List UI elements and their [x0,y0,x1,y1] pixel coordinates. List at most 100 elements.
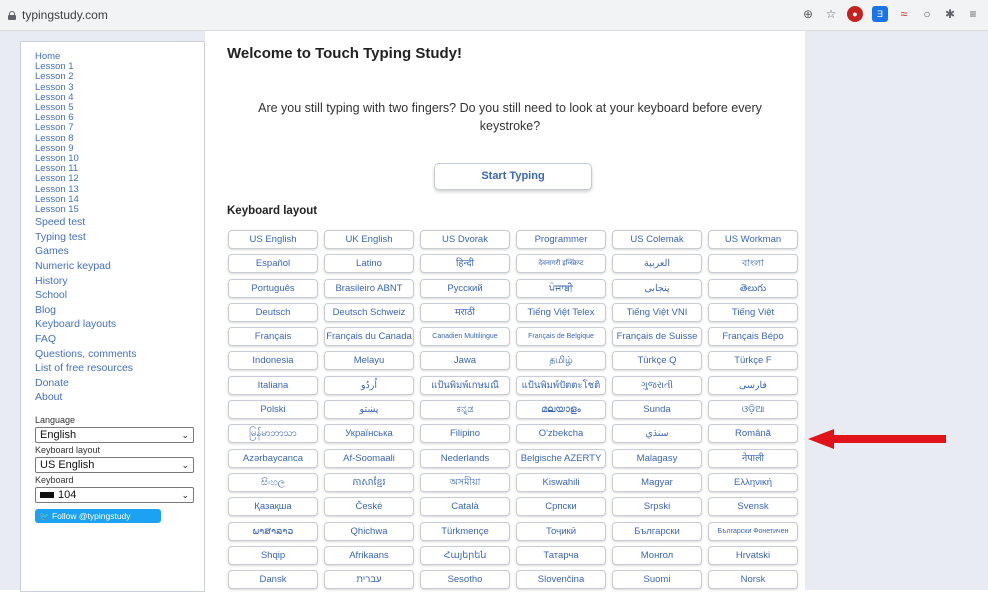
layout-button[interactable]: Українська [324,424,414,444]
layout-button[interactable]: ગુજરાતી [612,375,702,395]
layout-button[interactable]: O'zbekcha [516,424,606,444]
layout-button[interactable]: US English [228,230,318,249]
sidebar-link[interactable]: Speed test [35,215,204,230]
layout-button[interactable]: Shqip [228,545,318,565]
layout-button[interactable]: العربية [612,254,702,274]
layout-button[interactable]: Српски [516,497,606,517]
sidebar-link[interactable]: Games [35,244,204,259]
layout-button[interactable]: Slovenčina [516,570,606,590]
layout-button[interactable]: Af-Soomaali [324,448,414,468]
sidebar-link[interactable]: Typing test [35,230,204,245]
layout-button[interactable]: پنجابی [612,278,702,298]
layout-button[interactable]: České [324,497,414,517]
sidebar-link[interactable]: FAQ [35,332,204,347]
layout-button[interactable]: Català [420,497,510,517]
layout-button[interactable]: Brasileiro ABNT [324,278,414,298]
layout-button[interactable]: Татарча [516,545,606,565]
layout-button[interactable]: US Workman [708,230,798,249]
layout-button[interactable]: Srpski [612,497,702,517]
layout-button[interactable]: Sunda [612,400,702,420]
puzzle-icon[interactable]: ✱ [943,7,957,21]
menu-icon[interactable]: ≡ [966,7,980,21]
layout-button[interactable]: Norsk [708,570,798,590]
layout-button[interactable]: తెలుగు [708,278,798,298]
layout-button[interactable]: Қазақша [228,497,318,517]
layout-button[interactable]: Canadien Multilingue [420,327,510,347]
layout-button[interactable]: Magyar [612,472,702,492]
layout-button[interactable]: Programmer [516,230,606,249]
layout-button[interactable]: Latino [324,254,414,274]
sidebar-link[interactable]: Keyboard layouts [35,317,204,332]
layout-button[interactable]: Polski [228,400,318,420]
layout-button[interactable]: ଓଡ଼ିଆ [708,400,798,420]
layout-button[interactable]: தமிழ் [516,351,606,371]
layout-button[interactable]: Français Bépo [708,327,798,347]
layout-button[interactable]: Hrvatski [708,545,798,565]
layout-button[interactable]: فارسی [708,375,798,395]
sidebar-link[interactable]: Donate [35,376,204,391]
layout-button[interactable]: Nederlands [420,448,510,468]
layout-button[interactable]: Български [612,521,702,541]
extension-icon[interactable]: ≈ [897,7,911,21]
layout-button[interactable]: Español [228,254,318,274]
layout-button[interactable]: Deutsch Schweiz [324,302,414,322]
layout-button[interactable]: US Colemak [612,230,702,249]
layout-button[interactable]: Français [228,327,318,347]
sidebar-link[interactable]: Numeric keypad [35,259,204,274]
layout-button[interactable]: Suomi [612,570,702,590]
layout-button[interactable]: Français du Canada [324,327,414,347]
zoom-icon[interactable]: ⊕ [801,7,815,21]
layout-button[interactable]: Հայերեն [420,545,510,565]
address-bar[interactable]: typingstudy.com [8,8,108,22]
layout-button[interactable]: ಕನ್ನಡ [420,400,510,420]
layout-button[interactable]: پښتو [324,400,414,420]
sidebar-link[interactable]: Blog [35,303,204,318]
layout-button[interactable]: မြန်မာဘာသာ [228,424,318,444]
layout-button[interactable]: ພາສາລາວ [228,521,318,541]
star-icon[interactable]: ☆ [824,7,838,21]
layout-button[interactable]: Tiếng Việt VNI [612,302,702,322]
layout-button[interactable]: ਪੰਜਾਬੀ [516,278,606,298]
layout-button[interactable]: Belgische AZERTY [516,448,606,468]
layout-button[interactable]: Kiswahili [516,472,606,492]
layout-button[interactable]: ភាសាខ្មែរ [324,472,414,492]
keyboard-layout-select[interactable]: US English ⌄ [35,456,194,473]
sidebar-link[interactable]: About [35,390,204,405]
layout-button[interactable]: Русский [420,278,510,298]
layout-button[interactable]: US Dvorak [420,230,510,249]
twitter-follow-button[interactable]: 🐦 Follow @typingstudy [35,508,161,523]
layout-button[interactable]: Română [708,424,798,444]
layout-button[interactable]: Jawa [420,351,510,371]
keyboard-select[interactable]: 104 ⌄ [35,486,194,503]
layout-button[interactable]: עברית [324,570,414,590]
layout-button[interactable]: Azərbaycanca [228,448,318,468]
layout-button[interactable]: Qhichwa [324,521,414,541]
layout-button[interactable]: แป้นพิมพ์ปัตตะโชติ [516,375,606,395]
layout-button[interactable]: Tiếng Việt [708,302,798,322]
layout-button[interactable]: देवनागरी इन्स्क्रिप्ट [516,254,606,274]
layout-button[interactable]: অসমীয়া [420,472,510,492]
layout-button[interactable]: Italiana [228,375,318,395]
layout-button[interactable]: বাংলা [708,254,798,274]
start-typing-button[interactable]: Start Typing [434,163,592,190]
translate-icon[interactable]: Ǝ [872,6,888,22]
layout-button[interactable]: Svensk [708,497,798,517]
layout-button[interactable]: Türkçe Q [612,351,702,371]
layout-button[interactable]: Türkmençe [420,521,510,541]
sidebar-link[interactable]: Questions, comments [35,347,204,362]
layout-button[interactable]: Afrikaans [324,545,414,565]
layout-button[interactable]: Deutsch [228,302,318,322]
layout-button[interactable]: සිංහල [228,472,318,492]
layout-button[interactable]: Tiếng Việt Telex [516,302,606,322]
layout-button[interactable]: اُردُو [324,375,414,395]
language-select[interactable]: English ⌄ [35,426,194,443]
layout-button[interactable]: Français de Suisse [612,327,702,347]
sidebar-link[interactable]: List of free resources [35,361,204,376]
layout-button[interactable]: Ελληνική [708,472,798,492]
layout-button[interactable]: Sesotho [420,570,510,590]
layout-button[interactable]: Dansk [228,570,318,590]
sidebar-link[interactable]: School [35,288,204,303]
layout-button[interactable]: Filipino [420,424,510,444]
layout-button[interactable]: Тоҷикӣ [516,521,606,541]
sidebar-link[interactable]: History [35,274,204,289]
